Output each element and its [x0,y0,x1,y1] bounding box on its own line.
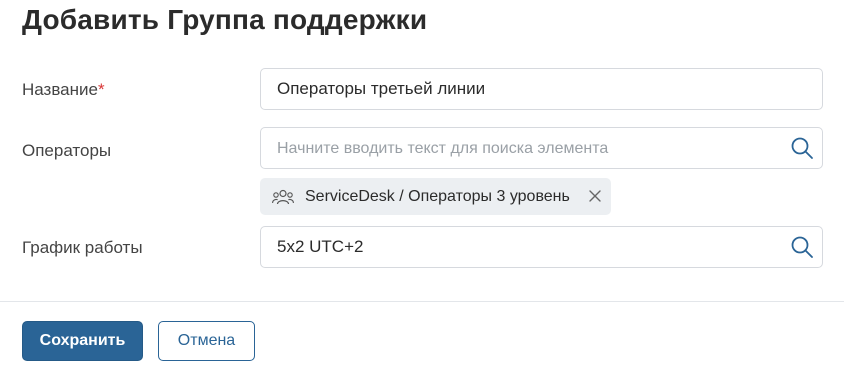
schedule-field-box [260,226,823,268]
name-label: Название* [22,80,105,100]
selected-operator-chip: ServiceDesk / Операторы 3 уровень [260,178,611,215]
schedule-label: График работы [22,238,143,257]
close-icon[interactable] [585,186,605,206]
search-icon[interactable] [788,233,816,261]
chip-label: ServiceDesk / Операторы 3 уровень [305,187,570,205]
required-mark: * [97,80,105,99]
operators-search-input[interactable] [277,128,777,168]
name-field-box [260,68,823,110]
operators-label: Операторы [22,141,112,160]
footer-divider [0,301,844,302]
cancel-button[interactable]: Отмена [158,321,255,361]
operators-field-box [260,127,823,169]
name-field[interactable] [277,69,777,109]
group-icon [272,188,294,206]
schedule-input[interactable] [277,227,777,267]
page-title: Добавить Группа поддержки [22,4,428,35]
search-icon[interactable] [788,134,816,162]
save-button[interactable]: Сохранить [22,321,143,361]
name-label-text: Название [22,80,98,99]
